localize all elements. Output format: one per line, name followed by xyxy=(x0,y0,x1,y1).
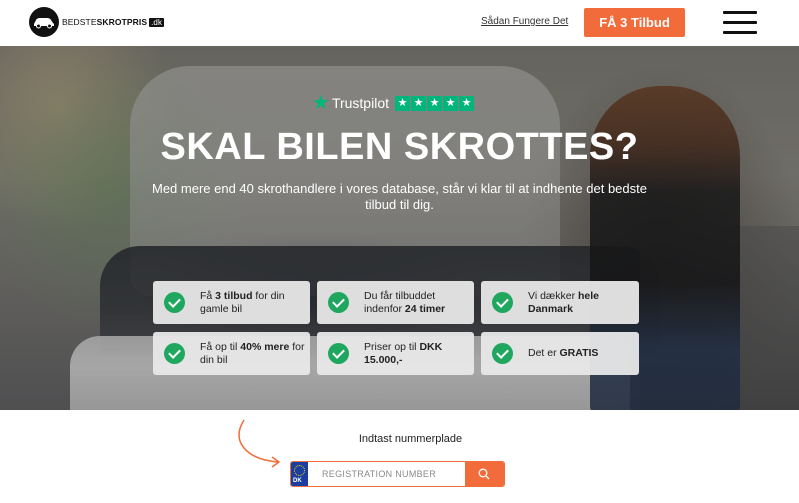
check-icon xyxy=(492,343,513,364)
trustpilot-badge[interactable]: ★ Trustpilot ★ ★ ★ ★ ★ xyxy=(312,93,475,113)
check-icon xyxy=(164,292,185,313)
feature-text: Vi dækker hele Danmark xyxy=(528,289,600,315)
logo-part1: BEDSTE xyxy=(62,17,97,27)
rating-star-icon: ★ xyxy=(443,95,458,111)
feature-card: Få op til 40% mere for din bil xyxy=(153,332,310,375)
feature-text: Du får tilbuddet indenfor 24 timer xyxy=(364,289,446,315)
logo-wordmark: BEDSTE SKROTPRIS .dk xyxy=(62,17,165,27)
feature-text: Det er GRATIS xyxy=(528,347,599,359)
feature-card: Priser op til DKK 15.000,- xyxy=(317,332,474,375)
site-header: BEDSTE SKROTPRIS .dk Sådan Fungere Det FÅ … xyxy=(0,0,799,46)
rating-star-icon: ★ xyxy=(395,95,410,111)
check-icon xyxy=(328,343,349,364)
hero-title: SKAL BILEN SKROTTES? xyxy=(160,126,639,168)
search-icon xyxy=(478,468,490,480)
plate-label: Indtast nummerplade xyxy=(358,433,463,445)
feature-grid: Få 3 tilbud for din gamle bil Du får til… xyxy=(153,281,641,375)
logo-part2: SKROTPRIS xyxy=(96,17,148,27)
rating-star-icon: ★ xyxy=(411,95,426,111)
registration-number-input[interactable] xyxy=(308,462,465,486)
feature-text: Priser op til DKK 15.000,- xyxy=(364,340,443,366)
search-button[interactable] xyxy=(465,462,504,486)
eu-flag-icon: DK xyxy=(291,462,308,486)
trustpilot-star-icon: ★ xyxy=(312,92,330,114)
logo-tld: .dk xyxy=(149,17,165,27)
site-logo[interactable]: BEDSTE SKROTPRIS .dk xyxy=(29,7,165,37)
trustpilot-name: Trustpilot xyxy=(331,95,389,111)
rating-star-icon: ★ xyxy=(427,95,442,111)
car-logo-icon xyxy=(29,7,59,37)
feature-text: Få op til 40% mere for din bil xyxy=(200,340,305,366)
check-icon xyxy=(164,343,185,364)
how-it-works-link[interactable]: Sådan Fungere Det xyxy=(481,16,568,27)
rating-star-icon: ★ xyxy=(459,95,474,111)
get-3-offers-button[interactable]: FÅ 3 Tilbud xyxy=(584,8,685,37)
feature-card: Vi dækker hele Danmark xyxy=(481,281,639,324)
feature-card: Få 3 tilbud for din gamle bil xyxy=(153,281,310,324)
hero-section: ★ Trustpilot ★ ★ ★ ★ ★ SKAL BILEN SKROTT… xyxy=(0,46,799,410)
trustpilot-rating: ★ ★ ★ ★ ★ xyxy=(395,95,475,111)
feature-text: Få 3 tilbud for din gamle bil xyxy=(200,289,285,315)
check-icon xyxy=(492,292,513,313)
hero-subtitle: Med mere end 40 skrothandlere i vores da… xyxy=(151,181,647,212)
feature-card: Det er GRATIS xyxy=(481,332,639,375)
hamburger-icon[interactable] xyxy=(723,11,757,34)
check-icon xyxy=(328,292,349,313)
plate-search-form: DK xyxy=(290,461,505,487)
feature-card: Du får tilbuddet indenfor 24 timer xyxy=(317,281,474,324)
country-code: DK xyxy=(293,478,302,484)
